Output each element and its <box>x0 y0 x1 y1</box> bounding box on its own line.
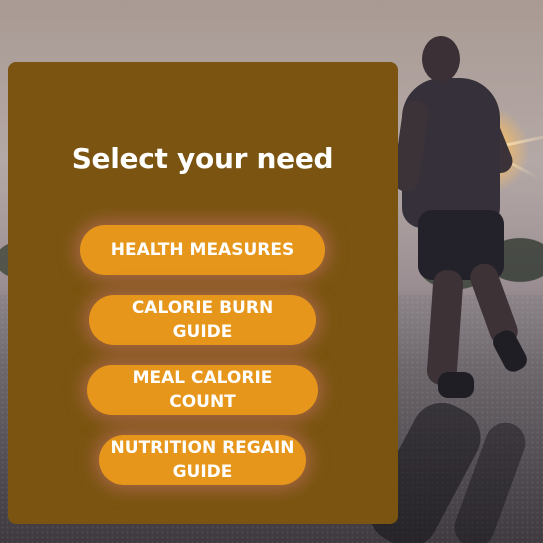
runner-leg <box>426 269 464 386</box>
app-screen: Select your need HEALTH MEASURES CALORIE… <box>0 0 543 543</box>
meal-calorie-count-button[interactable]: MEAL CALORIE COUNT <box>87 365 318 415</box>
runner-head <box>422 36 460 82</box>
runner-shoe <box>489 326 531 376</box>
calorie-burn-guide-button[interactable]: CALORIE BURN GUIDE <box>89 295 316 345</box>
runner-shoe <box>438 372 474 398</box>
panel-title: Select your need <box>71 142 334 175</box>
health-measures-button[interactable]: HEALTH MEASURES <box>80 225 325 275</box>
nutrition-regain-guide-button[interactable]: NUTRITION REGAIN GUIDE <box>99 435 306 485</box>
